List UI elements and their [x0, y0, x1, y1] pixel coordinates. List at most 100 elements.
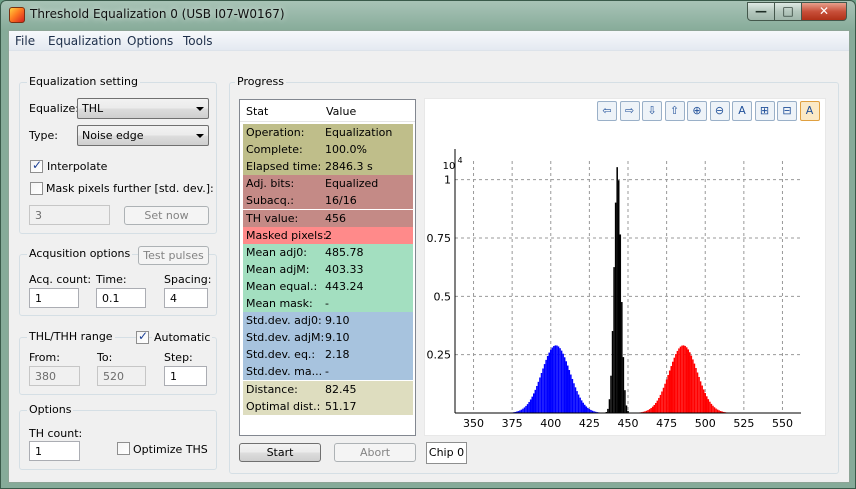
- histogram-bar: [667, 375, 669, 413]
- menu-file[interactable]: File: [15, 34, 35, 48]
- close-button[interactable]: ✕: [801, 2, 847, 21]
- type-label: Type:: [29, 129, 58, 142]
- stat-row[interactable]: Elapsed time: 2846.3 s: [243, 158, 413, 176]
- to-input[interactable]: 520: [97, 366, 146, 386]
- col-value-header[interactable]: Value: [326, 105, 356, 118]
- tab-chip-0[interactable]: Chip 0: [426, 442, 467, 464]
- stat-key: Mean mask:: [246, 297, 313, 310]
- col-stat-header[interactable]: Stat: [246, 105, 268, 118]
- histogram-bar: [715, 408, 717, 413]
- stat-key: Std.dev. adj0:: [246, 314, 322, 328]
- histogram-bar: [685, 347, 688, 413]
- menu-equalization[interactable]: Equalization: [48, 34, 121, 48]
- stat-key: Mean adjM:: [246, 262, 310, 276]
- stat-value: Equalization: [325, 126, 393, 139]
- stat-row[interactable]: Distance: 82.45: [243, 380, 413, 398]
- equalization-setting-title: Equalization setting: [27, 75, 140, 88]
- histogram-bar: [650, 408, 652, 413]
- histogram-bar: [540, 372, 543, 413]
- interpolate-checkbox[interactable]: [30, 158, 43, 173]
- th-count-input[interactable]: 1: [29, 441, 80, 461]
- abort-button[interactable]: Abort: [334, 443, 416, 462]
- histogram-bar: [582, 402, 584, 413]
- type-select[interactable]: Noise edge: [77, 125, 209, 146]
- stat-row[interactable]: Complete: 100.0%: [243, 141, 413, 159]
- histogram-bar: [562, 353, 564, 413]
- automatic-checkbox[interactable]: [136, 329, 149, 344]
- histogram-bar: [608, 399, 611, 413]
- y-exponent-label: 10: [443, 161, 456, 172]
- stat-key: Std.dev. eq.:: [246, 348, 316, 362]
- stat-row[interactable]: Mean adj0: 485.78: [243, 243, 413, 261]
- stat-value: 485.78: [325, 245, 364, 259]
- from-input[interactable]: 380: [29, 366, 80, 386]
- stat-row[interactable]: Std.dev. ma... -: [243, 363, 413, 381]
- step-input[interactable]: 1: [164, 366, 207, 386]
- start-button[interactable]: Start: [239, 443, 321, 462]
- histogram-bar: [702, 389, 705, 413]
- stat-row[interactable]: Mean mask: -: [243, 295, 413, 312]
- stat-value: 100.0%: [325, 143, 367, 157]
- stat-value: 2846.3 s: [325, 160, 373, 174]
- options-group: [19, 410, 217, 470]
- mask-stddev-input[interactable]: 3: [29, 205, 110, 225]
- histogram-bar: [648, 409, 651, 413]
- histogram-bar: [577, 394, 580, 413]
- stat-row[interactable]: Subacq.: 16/16: [243, 192, 413, 210]
- stat-row[interactable]: Operation: Equalization: [243, 124, 413, 141]
- stat-row[interactable]: Std.dev. adjM: 9.10: [243, 329, 413, 347]
- maximize-icon: □: [782, 4, 794, 18]
- from-label: From:: [29, 351, 60, 364]
- stat-row[interactable]: Masked pixels: 2: [243, 226, 413, 244]
- menu-options[interactable]: Options: [127, 34, 173, 48]
- histogram-bar: [614, 202, 617, 413]
- histogram-bar: [574, 387, 577, 413]
- histogram-bar: [676, 350, 679, 413]
- histogram-bar: [542, 368, 544, 413]
- histogram-bar: [675, 354, 677, 413]
- mask-pixels-checkbox[interactable]: [30, 182, 43, 195]
- acq-count-label: Acq. count:: [29, 273, 92, 286]
- set-now-button[interactable]: Set now: [124, 206, 209, 225]
- histogram-bar: [661, 391, 663, 413]
- menu-tools[interactable]: Tools: [183, 34, 213, 48]
- app-logo-icon: [9, 7, 25, 23]
- acq-count-input[interactable]: 1: [29, 288, 79, 308]
- histogram-bar: [679, 346, 682, 413]
- histogram-bar: [653, 404, 656, 413]
- stat-row[interactable]: Mean equal.: 443.24: [243, 277, 413, 295]
- histogram-bar: [533, 393, 535, 413]
- histogram-bar: [537, 381, 540, 413]
- stat-row[interactable]: TH value: 456: [243, 209, 413, 227]
- mask-pixels-label: Mask pixels further [std. dev.]:: [46, 182, 214, 195]
- x-tick-label: 525: [733, 417, 754, 430]
- histogram-bar: [548, 352, 550, 413]
- time-input[interactable]: 0.1: [96, 288, 146, 308]
- spacing-input[interactable]: 4: [164, 288, 208, 308]
- x-tick-label: 550: [772, 417, 793, 430]
- histogram-bar: [531, 396, 534, 413]
- title-bar[interactable]: Threshold Equalization 0 (USB I07-W0167)…: [1, 1, 855, 29]
- stat-table: Stat Value Operation: Equalization Complet…: [239, 99, 416, 436]
- histogram-bar: [696, 372, 699, 413]
- histogram-bar: [682, 345, 685, 413]
- stat-row[interactable]: Adj. bits: Equalized: [243, 175, 413, 193]
- stat-value: -: [325, 297, 329, 310]
- stat-row[interactable]: Std.dev. adj0: 9.10: [243, 312, 413, 330]
- histogram-bar: [709, 401, 711, 413]
- stat-row[interactable]: Optimal dist.: 51.17: [243, 397, 413, 415]
- histogram-bar: [692, 359, 694, 413]
- minimize-button[interactable]: —: [747, 2, 775, 21]
- equalize-value: THL: [82, 102, 104, 115]
- stat-value: 2: [325, 228, 332, 242]
- equalize-label: Equalize:: [29, 102, 80, 115]
- stat-row[interactable]: Mean adjM: 403.33: [243, 260, 413, 278]
- histogram-bar: [658, 397, 660, 413]
- stat-row[interactable]: Std.dev. eq.: 2.18: [243, 346, 413, 364]
- test-pulses-button[interactable]: Test pulses: [138, 246, 209, 265]
- optimize-ths-checkbox[interactable]: [117, 442, 130, 455]
- maximize-button[interactable]: □: [774, 2, 802, 21]
- histogram-bar: [554, 345, 557, 413]
- equalize-select[interactable]: THL: [77, 98, 209, 119]
- histogram-bar: [611, 331, 614, 413]
